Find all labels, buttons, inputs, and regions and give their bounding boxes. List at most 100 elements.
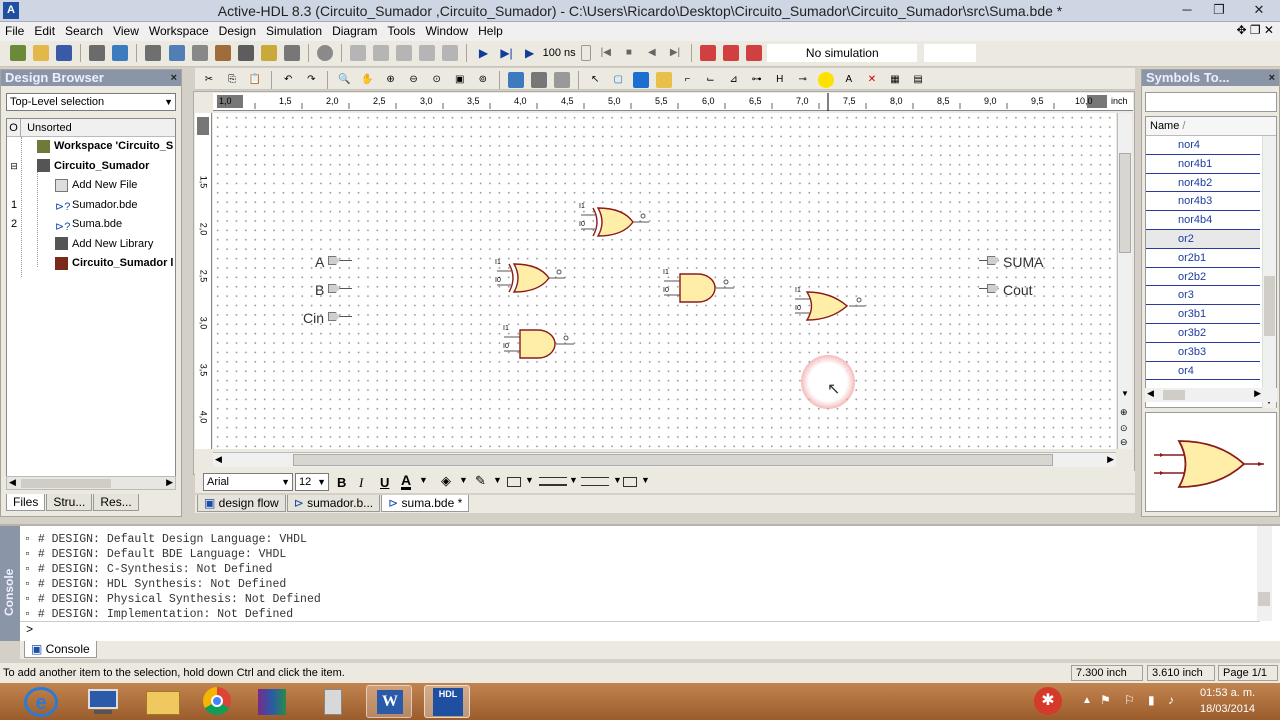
compile-all-icon[interactable] <box>112 45 129 61</box>
and-gate[interactable] <box>658 269 738 309</box>
tab-files[interactable]: Files <box>6 494 46 511</box>
menu-edit[interactable]: Edit <box>29 22 60 40</box>
time-spinner-icon[interactable] <box>580 45 591 61</box>
redo-icon[interactable]: ↷ <box>303 72 319 88</box>
symbol-item-nor4[interactable]: nor4 <box>1146 136 1260 155</box>
word-icon[interactable]: W <box>366 685 412 718</box>
tree-item-sumador[interactable]: 1 ⊳? Sumador.bde <box>7 196 175 216</box>
bold-button[interactable]: B <box>337 475 346 490</box>
chrome-icon[interactable] <box>195 685 241 718</box>
symbol-item-or2b2[interactable]: or2b2 <box>1146 268 1260 287</box>
list-icon[interactable] <box>373 45 390 61</box>
ie-icon[interactable]: e <box>24 687 58 717</box>
menu-diagram[interactable]: Diagram <box>327 22 382 40</box>
compile-icon[interactable] <box>89 45 106 61</box>
input-port-a[interactable] <box>328 256 340 265</box>
clock-date[interactable]: 18/03/2014 <box>1200 703 1255 715</box>
tree-item-suma[interactable]: 2 ⊳? Suma.bde <box>7 215 175 235</box>
watch-icon[interactable] <box>396 45 413 61</box>
text-tool-icon[interactable]: A <box>841 72 857 88</box>
active-hdl-taskbar-icon[interactable]: HDL <box>424 685 470 718</box>
menu-view[interactable]: View <box>108 22 144 40</box>
zoom-in-small-icon[interactable]: ⊕ <box>1120 407 1128 418</box>
tray-flag-icon[interactable]: ⚐ <box>1124 693 1135 707</box>
zoom-fit-icon[interactable]: ⊙ <box>429 72 445 88</box>
zoom-select-icon[interactable]: ⊚ <box>475 72 491 88</box>
design-browser-close-icon[interactable]: × <box>171 70 177 86</box>
cut-icon[interactable]: ✂ <box>201 72 217 88</box>
menu-help[interactable]: Help <box>473 22 508 40</box>
tree-item-add-file[interactable]: Add New File <box>7 176 175 196</box>
tray-arrow-icon[interactable]: ▲ <box>1082 695 1092 706</box>
menu-file[interactable]: File <box>0 22 29 40</box>
design-flow-icon[interactable] <box>145 45 162 61</box>
pan-icon[interactable]: ✋ <box>360 72 376 88</box>
open-icon[interactable] <box>33 45 50 61</box>
block-icon[interactable] <box>214 45 231 61</box>
fub-icon[interactable] <box>633 72 650 88</box>
menu-search[interactable]: Search <box>60 22 108 40</box>
clock-time[interactable]: 01:53 a. m. <box>1200 687 1255 699</box>
tray-signal-icon[interactable]: ▮ <box>1148 693 1155 707</box>
tree-item-design[interactable]: ⊟ Circuito_Sumador <box>7 157 175 177</box>
step-back-icon[interactable]: |◀ <box>598 45 614 61</box>
folder-icon[interactable] <box>140 685 186 718</box>
breakpoint-icon[interactable] <box>700 45 717 61</box>
symbol-item-or3b3[interactable]: or3b3 <box>1146 343 1260 362</box>
zoom-out-small-icon[interactable]: ⊖ <box>1120 437 1128 448</box>
new-workspace-icon[interactable] <box>10 45 26 61</box>
menu-window[interactable]: Window <box>420 22 473 40</box>
xor-gate[interactable] <box>489 259 569 299</box>
symbol-item-nor4b1[interactable]: nor4b1 <box>1146 155 1260 174</box>
bus-icon[interactable]: ⌙ <box>703 72 719 88</box>
library-icon[interactable] <box>168 45 185 61</box>
font-size-select[interactable]: 12 ▼ <box>295 473 329 491</box>
delete-icon[interactable]: ✕ <box>864 72 880 88</box>
symbol-item-or2[interactable]: or2 <box>1146 229 1260 249</box>
port-icon[interactable]: ⊸ <box>795 72 811 88</box>
save-icon[interactable] <box>56 45 73 61</box>
symbol-item-or4[interactable]: or4 <box>1146 362 1260 381</box>
run-icon[interactable]: ▶ <box>475 45 491 61</box>
close-button[interactable]: ✕ <box>1238 0 1280 20</box>
select-arrow-icon[interactable]: ↖ <box>587 72 603 88</box>
menu-tools[interactable]: Tools <box>382 22 420 40</box>
hierarchy-down-icon[interactable] <box>554 72 571 88</box>
symbol-list-hscrollbar[interactable]: ◀ ▶ <box>1145 388 1277 402</box>
input-port-cin[interactable] <box>328 312 340 321</box>
fill-color-icon[interactable]: ◈ <box>441 473 451 489</box>
line-width-icon[interactable] <box>539 477 567 486</box>
symbol-item-nor4b3[interactable]: nor4b3 <box>1146 192 1260 212</box>
and-gate[interactable] <box>498 325 578 365</box>
font-family-select[interactable]: Arial ▼ <box>203 473 293 491</box>
tab-console[interactable]: ▣ Console <box>24 641 97 658</box>
run-until-icon[interactable]: ▶ <box>522 45 538 61</box>
winrar-icon[interactable] <box>250 685 296 718</box>
xor-gate[interactable] <box>573 203 653 243</box>
paste-icon[interactable]: 📋 <box>247 72 263 88</box>
symbols-close-icon[interactable]: × <box>1269 70 1275 86</box>
pause-icon[interactable]: ■ <box>621 45 637 61</box>
arrow-style-icon[interactable] <box>623 477 637 487</box>
zoom-out-icon[interactable]: ⊖ <box>406 72 422 88</box>
symbol-item-nor4b4[interactable]: nor4b4 <box>1146 211 1260 230</box>
menu-simulation[interactable]: Simulation <box>261 22 327 40</box>
input-port-b[interactable] <box>328 284 340 293</box>
memory-icon[interactable] <box>419 45 436 61</box>
recycle-bin-icon[interactable] <box>310 685 356 718</box>
circle-icon[interactable] <box>817 72 834 88</box>
tray-network-icon[interactable]: ⚑ <box>1100 693 1111 707</box>
symbol-item-or3[interactable]: or3 <box>1146 286 1260 306</box>
line-style-icon[interactable] <box>581 477 609 486</box>
step-icon[interactable]: ◀ <box>644 45 660 61</box>
zoom-page-icon[interactable]: ▣ <box>452 72 468 88</box>
run-for-icon[interactable]: ▶| <box>499 45 515 61</box>
mdi-controls[interactable]: ✥ ❐ ✕ <box>1236 23 1274 37</box>
stop-icon[interactable] <box>316 45 333 61</box>
end-sim-icon[interactable] <box>746 45 763 61</box>
bulb-icon[interactable] <box>260 45 277 61</box>
net-label-icon[interactable]: ⊿ <box>726 72 742 88</box>
symbol-item-or3b1[interactable]: or3b1 <box>1146 305 1260 324</box>
output-port-suma[interactable] <box>987 256 999 265</box>
find-icon[interactable] <box>191 45 208 61</box>
